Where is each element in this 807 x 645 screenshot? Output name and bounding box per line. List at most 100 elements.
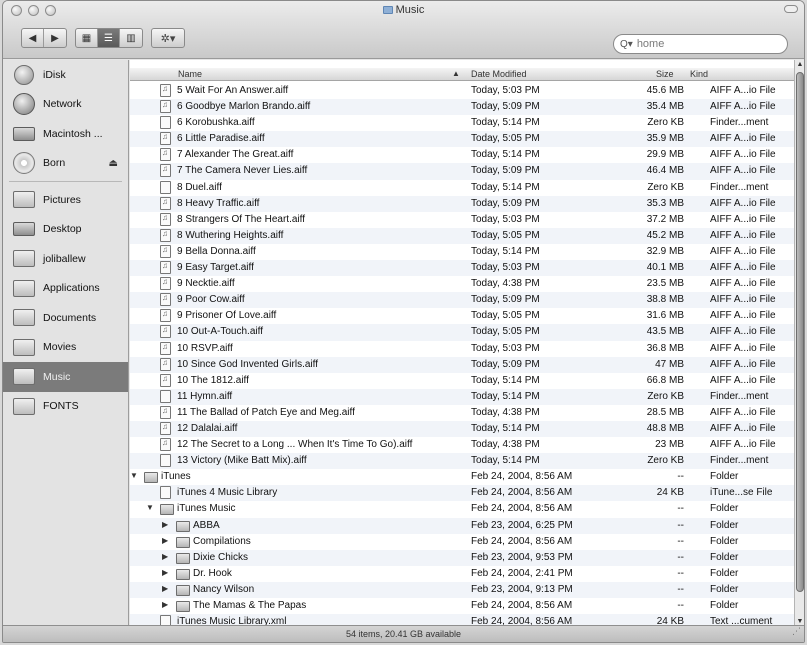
date-modified: Feb 24, 2004, 8:56 AM <box>471 535 573 547</box>
folder-row[interactable]: ▶ Dr. Hook Feb 24, 2004, 2:41 PM -- Folder <box>130 566 794 582</box>
list-view-icon[interactable]: ☰ <box>98 29 120 47</box>
audio-file-icon <box>160 212 171 226</box>
sidebar-item-label: Documents <box>43 311 97 324</box>
vertical-scrollbar[interactable]: ▲ ▼ <box>794 60 804 626</box>
column-header-name[interactable]: Name <box>178 69 202 79</box>
file-row[interactable]: 8 Wuthering Heights.aiff Today, 5:05 PM 45… <box>130 227 794 244</box>
audio-file-icon <box>160 373 171 387</box>
folder-row[interactable]: ▶ ABBA Feb 23, 2004, 6:25 PM -- Folder <box>130 517 794 534</box>
file-size: 66.8 MB <box>646 374 684 386</box>
file-row[interactable]: 6 Goodbye Marlon Brando.aiff Today, 5:09 … <box>130 99 794 116</box>
disclosure-open-icon[interactable]: ▼ <box>146 503 154 512</box>
audio-file-icon <box>160 244 171 258</box>
sidebar-item-macintosh[interactable]: Macintosh ... <box>3 119 128 149</box>
column-header-size[interactable]: Size <box>656 69 674 79</box>
disclosure-closed-icon[interactable]: ▶ <box>162 600 168 609</box>
file-row[interactable]: 9 Poor Cow.aiff Today, 5:09 PM 38.8 MB AIFF… <box>130 292 794 309</box>
sidebar-item-label: Pictures <box>43 193 81 206</box>
sidebar-item-documents[interactable]: Documents <box>3 303 128 333</box>
folder-row[interactable]: ▶ Nancy Wilson Feb 23, 2004, 9:13 PM -- Fold… <box>130 581 794 598</box>
file-row[interactable]: 12 Dalalai.aiff Today, 5:14 PM 48.8 MB AIFF… <box>130 420 794 438</box>
forward-arrow-icon[interactable]: ▶ <box>44 29 66 47</box>
audio-file-icon <box>160 325 171 339</box>
sidebar-item-idisk[interactable]: iDisk <box>3 60 128 90</box>
file-row[interactable]: 6 Little Paradise.aiff Today, 5:05 PM 35.9… <box>130 131 794 148</box>
file-row[interactable]: 7 The Camera Never Lies.aiff Today, 5:09 … <box>130 163 794 180</box>
file-name: 6 Korobushka.aiff <box>177 117 255 129</box>
sidebar-item-music[interactable]: Music <box>3 362 128 392</box>
file-kind: AIFF A...io File <box>710 422 776 434</box>
applications-icon <box>11 276 37 300</box>
file-row[interactable]: 8 Duel.aiff Today, 5:14 PM Zero KB Finder..… <box>130 180 794 196</box>
disclosure-closed-icon[interactable]: ▶ <box>162 584 168 593</box>
column-header-date[interactable]: Date Modified <box>471 69 527 79</box>
back-arrow-icon[interactable]: ◀ <box>22 29 44 47</box>
file-name: 8 Wuthering Heights.aiff <box>177 229 284 241</box>
file-row[interactable]: 9 Necktie.aiff Today, 4:38 PM 23.5 MB AIFF … <box>130 276 794 292</box>
file-name: 5 Wait For An Answer.aiff <box>177 85 289 96</box>
scroll-thumb[interactable] <box>796 72 804 592</box>
file-row[interactable]: 10 RSVP.aiff Today, 5:03 PM 36.8 MB AIFF A.… <box>130 341 794 357</box>
disclosure-open-icon[interactable]: ▼ <box>130 471 138 480</box>
file-row[interactable]: 8 Heavy Traffic.aiff Today, 5:09 PM 35.3 M… <box>130 195 794 212</box>
file-size: 32.9 MB <box>646 245 684 257</box>
file-size: 28.5 MB <box>646 406 684 418</box>
file-row[interactable]: 9 Bella Donna.aiff Today, 5:14 PM 32.9 MB A… <box>130 244 794 260</box>
file-row[interactable]: 10 The 1812.aiff Today, 5:14 PM 66.8 MB AIF… <box>130 373 794 389</box>
sidebar-item-desktop[interactable]: Desktop <box>3 215 128 245</box>
file-size: -- <box>677 600 684 611</box>
file-row[interactable]: 9 Easy Target.aiff Today, 5:03 PM 40.1 MB A… <box>130 260 794 277</box>
movies-icon <box>11 335 37 359</box>
sidebar-item-pictures[interactable]: Pictures <box>3 185 128 215</box>
scroll-up-icon[interactable]: ▲ <box>796 61 804 68</box>
sidebar-item-joliballew[interactable]: joliballew <box>3 244 128 274</box>
file-row[interactable]: 10 Since God Invented Girls.aiff Today, 5… <box>130 356 794 373</box>
folder-row[interactable]: ▼ iTunes Feb 24, 2004, 8:56 AM -- Folder <box>130 469 794 485</box>
resize-grip-icon[interactable]: ⋰ <box>792 623 801 640</box>
file-row[interactable]: 5 Wait For An Answer.aiff Today, 5:03 PM 4… <box>130 83 794 99</box>
sidebar-item-born[interactable]: Born ⏏ <box>3 149 128 179</box>
toolbar-toggle-button[interactable] <box>784 5 798 13</box>
column-view-icon[interactable]: ▥ <box>120 29 142 47</box>
audio-file-icon <box>160 405 171 419</box>
date-modified: Today, 5:14 PM <box>471 149 540 161</box>
folder-row[interactable]: ▶ Compilations Feb 24, 2004, 8:56 AM -- Fold… <box>130 534 794 550</box>
file-row[interactable]: 6 Korobushka.aiff Today, 5:14 PM Zero KB Fi… <box>130 115 794 131</box>
folder-row[interactable]: ▼ iTunes Music Feb 24, 2004, 8:56 AM -- Fold… <box>130 501 794 517</box>
folder-row[interactable]: ▶ Dixie Chicks Feb 23, 2004, 9:53 PM -- Fold… <box>130 549 794 566</box>
disclosure-closed-icon[interactable]: ▶ <box>162 536 168 545</box>
disclosure-closed-icon[interactable]: ▶ <box>162 520 168 529</box>
file-row[interactable]: 12 The Secret to a Long ... When It's Ti… <box>130 437 794 453</box>
date-modified: Today, 5:03 PM <box>471 342 540 354</box>
file-kind: AIFF A...io File <box>710 374 776 386</box>
date-modified: Today, 5:14 PM <box>471 455 540 467</box>
documents-icon <box>11 306 37 330</box>
sidebar-item-label: Music <box>43 370 71 383</box>
column-header-kind[interactable]: Kind <box>690 69 708 79</box>
sidebar-item-movies[interactable]: Movies <box>3 333 128 363</box>
eject-icon[interactable]: ⏏ <box>109 158 118 169</box>
disclosure-closed-icon[interactable]: ▶ <box>162 568 168 577</box>
audio-file-icon <box>160 421 171 435</box>
action-menu-button[interactable]: ✲▾ <box>151 28 185 48</box>
sidebar-item-fonts[interactable]: FONTS <box>3 392 128 422</box>
file-row[interactable]: 11 The Ballad of Patch Eye and Meg.aiff T… <box>130 405 794 421</box>
icon-view-icon[interactable]: ▦ <box>76 29 98 47</box>
file-row[interactable]: 7 Alexander The Great.aiff Today, 5:14 PM… <box>130 147 794 163</box>
file-size: 40.1 MB <box>646 262 684 274</box>
sidebar-item-applications[interactable]: Applications <box>3 274 128 304</box>
file-row[interactable]: 8 Strangers Of The Heart.aiff Today, 5:03… <box>130 212 794 228</box>
file-row[interactable]: 9 Prisoner Of Love.aiff Today, 5:05 PM 31.… <box>130 308 794 324</box>
file-row[interactable]: 11 Hymn.aiff Today, 5:14 PM Zero KB Finder.… <box>130 388 794 405</box>
date-modified: Today, 5:05 PM <box>471 133 540 145</box>
sidebar-item-network[interactable]: Network <box>3 90 128 120</box>
sidebar-separator <box>9 181 122 182</box>
date-modified: Today, 4:38 PM <box>471 439 540 451</box>
network-icon <box>11 92 37 116</box>
file-row[interactable]: iTunes 4 Music Library Feb 24, 2004, 8:56… <box>130 485 794 502</box>
file-row[interactable]: 10 Out-A-Touch.aiff Today, 5:05 PM 43.5 MB… <box>130 324 794 341</box>
search-field[interactable]: Q▾ home <box>613 34 788 54</box>
folder-row[interactable]: ▶ The Mamas & The Papas Feb 24, 2004, 8:56… <box>130 598 794 614</box>
disclosure-closed-icon[interactable]: ▶ <box>162 552 168 561</box>
file-row[interactable]: 13 Victory (Mike Batt Mix).aiff Today, 5:… <box>130 453 794 470</box>
